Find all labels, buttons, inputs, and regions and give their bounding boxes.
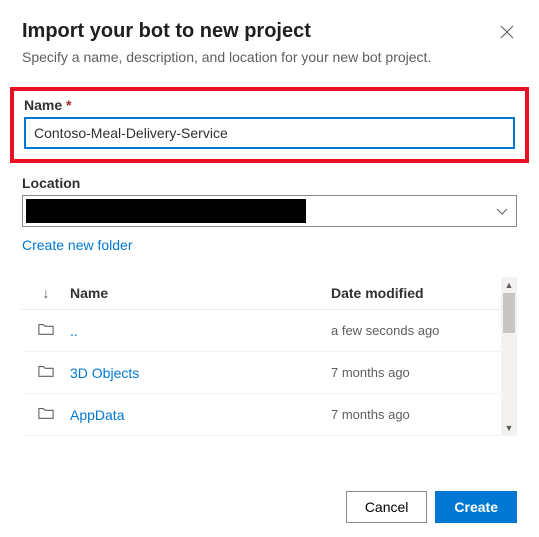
column-header-name[interactable]: Name	[70, 285, 331, 301]
row-name[interactable]: 3D Objects	[70, 365, 331, 381]
row-date: 7 months ago	[331, 407, 501, 422]
location-value-redacted	[26, 199, 306, 223]
create-folder-link[interactable]: Create new folder	[22, 237, 133, 253]
name-label-row: Name *	[24, 97, 515, 113]
location-label: Location	[22, 175, 517, 191]
chevron-down-icon	[496, 203, 508, 219]
close-icon	[500, 25, 514, 39]
dialog-footer: Cancel Create	[346, 491, 517, 523]
list-header: ↓ Name Date modified	[22, 277, 501, 310]
row-name[interactable]: ..	[70, 323, 331, 339]
table-row[interactable]: AppData 7 months ago	[22, 394, 501, 436]
create-button[interactable]: Create	[435, 491, 517, 523]
sort-indicator[interactable]: ↓	[22, 285, 70, 301]
name-input[interactable]	[24, 117, 515, 149]
folder-icon	[22, 322, 70, 339]
cancel-button[interactable]: Cancel	[346, 491, 428, 523]
file-list: ↓ Name Date modified .. a few seconds ag…	[22, 277, 501, 436]
scroll-thumb[interactable]	[503, 293, 515, 333]
table-row[interactable]: .. a few seconds ago	[22, 310, 501, 352]
row-name[interactable]: AppData	[70, 407, 331, 423]
dialog-subtitle: Specify a name, description, and locatio…	[22, 49, 517, 65]
row-date: a few seconds ago	[331, 323, 501, 338]
scrollbar[interactable]: ▲ ▼	[501, 277, 517, 436]
folder-icon	[22, 364, 70, 381]
name-field-highlight: Name *	[10, 87, 529, 163]
header-row: Import your bot to new project	[22, 20, 517, 49]
required-indicator: *	[66, 97, 71, 113]
scroll-down-arrow[interactable]: ▼	[501, 420, 517, 436]
folder-icon	[22, 406, 70, 423]
import-dialog: Import your bot to new project Specify a…	[0, 0, 539, 436]
location-dropdown[interactable]	[22, 195, 517, 227]
name-label: Name	[24, 97, 62, 113]
row-date: 7 months ago	[331, 365, 501, 380]
file-browser: ↓ Name Date modified .. a few seconds ag…	[22, 277, 517, 436]
close-button[interactable]	[497, 22, 517, 42]
dialog-title: Import your bot to new project	[22, 20, 311, 43]
scroll-up-arrow[interactable]: ▲	[501, 277, 517, 293]
column-header-date[interactable]: Date modified	[331, 285, 501, 301]
table-row[interactable]: 3D Objects 7 months ago	[22, 352, 501, 394]
